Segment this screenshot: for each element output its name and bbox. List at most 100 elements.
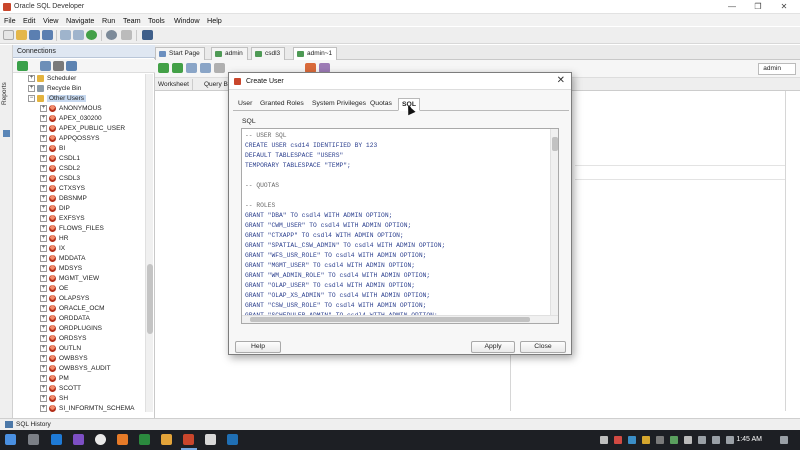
tree-item[interactable]: + MDDATA [40, 254, 85, 264]
tree-item[interactable]: + CSDL2 [40, 164, 80, 174]
keyboard-icon[interactable] [726, 436, 734, 444]
sql-preview[interactable]: -- USER SQL CREATE USER csd14 IDENTIFIED … [241, 128, 559, 324]
dropdown-icon[interactable] [121, 30, 132, 40]
menu-window[interactable]: Window [174, 16, 200, 25]
menu-navigate[interactable]: Navigate [66, 16, 94, 25]
tree-item[interactable]: + APPQOSSYS [40, 134, 99, 144]
rollback-icon[interactable] [200, 63, 211, 73]
tree-item[interactable]: + OWBSYS [40, 354, 88, 364]
close-button[interactable]: Close [520, 341, 566, 353]
tree-item[interactable]: − Other Users [28, 94, 87, 104]
expand-icon[interactable]: + [40, 374, 47, 382]
tree-item[interactable]: + OWBSYS_AUDIT [40, 364, 111, 374]
expand-icon[interactable]: + [40, 254, 47, 262]
tray-icon[interactable] [656, 436, 664, 444]
minimize-icon[interactable]: — [720, 0, 744, 13]
expand-icon[interactable]: + [40, 214, 47, 222]
undo-icon[interactable] [60, 30, 71, 40]
tree-item[interactable]: + Scheduler [28, 74, 76, 84]
apply-button[interactable]: Apply [471, 341, 515, 353]
save-all-icon[interactable] [42, 30, 53, 40]
expand-icon[interactable]: + [40, 184, 47, 192]
help-button[interactable]: Help [235, 341, 281, 353]
expand-icon[interactable]: + [40, 344, 47, 352]
collapse-icon[interactable]: − [28, 94, 35, 102]
expand-icon[interactable]: + [40, 354, 47, 362]
tree-item[interactable]: + OUTLN [40, 344, 81, 354]
run-icon[interactable] [86, 30, 97, 40]
tree-item[interactable]: + APEX_PUBLIC_USER [40, 124, 125, 134]
expand-icon[interactable]: + [40, 124, 47, 132]
tree-item[interactable]: + BI [40, 144, 65, 154]
tree-item[interactable]: + FLOWS_FILES [40, 224, 104, 234]
tray-icon[interactable] [628, 436, 636, 444]
tree-item[interactable]: + HR [40, 234, 68, 244]
document-tab[interactable]: admin [211, 47, 248, 60]
expand-icon[interactable]: + [40, 284, 47, 292]
expand-icon[interactable]: + [40, 324, 47, 332]
maximize-icon[interactable]: ❐ [746, 0, 770, 13]
expand-icon[interactable]: + [40, 154, 47, 162]
menu-edit[interactable]: Edit [23, 16, 35, 25]
network-icon[interactable] [698, 436, 706, 444]
tab-granted-roles[interactable]: Granted Roles [257, 98, 307, 111]
tree-item[interactable]: + OLAPSYS [40, 294, 89, 304]
visual-studio-icon[interactable] [73, 434, 84, 445]
expand-icon[interactable]: + [40, 114, 47, 122]
tree-item[interactable]: + SCOTT [40, 384, 81, 394]
expand-icon[interactable]: + [40, 274, 47, 282]
document-tab[interactable]: csdl3 [251, 47, 286, 60]
dialog-close-icon[interactable]: ✕ [557, 75, 565, 86]
tab-worksheet[interactable]: Worksheet [155, 79, 193, 91]
tree-item[interactable]: + OE [40, 284, 68, 294]
taskbar-clock[interactable]: 1:45 AM [736, 436, 762, 443]
edge-icon[interactable] [51, 434, 62, 445]
tree-item[interactable]: + MDSYS [40, 264, 82, 274]
tree-item[interactable]: + SH [40, 394, 68, 404]
tree-item[interactable]: + ORDDATA [40, 314, 90, 324]
expand-icon[interactable]: + [40, 234, 47, 242]
task-view-icon[interactable] [28, 434, 39, 445]
tree-item[interactable]: + APEX_030200 [40, 114, 102, 124]
expand-icon[interactable]: + [40, 264, 47, 272]
menu-run[interactable]: Run [102, 16, 115, 25]
menu-view[interactable]: View [43, 16, 58, 25]
sql-horizontal-scrollbar[interactable] [242, 315, 558, 323]
expand-icon[interactable]: + [40, 394, 47, 402]
tree-item[interactable]: + ORDSYS [40, 334, 86, 344]
menu-file[interactable]: File [4, 16, 16, 25]
add-connection-icon[interactable] [17, 61, 28, 71]
close-icon[interactable]: ✕ [772, 0, 796, 13]
expand-icon[interactable]: + [40, 364, 47, 372]
debug-icon[interactable] [106, 30, 117, 40]
run-statement-icon[interactable] [158, 63, 169, 73]
binoculars-icon[interactable] [142, 30, 153, 40]
run-script-icon[interactable] [172, 63, 183, 73]
tab-system-privileges[interactable]: System Privileges [309, 98, 369, 111]
sql-history-tab[interactable]: SQL History [16, 421, 51, 428]
tree-item[interactable]: + ANONYMOUS [40, 104, 102, 114]
expand-icon[interactable]: + [40, 334, 47, 342]
expand-icon[interactable]: + [40, 204, 47, 212]
tray-icon[interactable] [614, 436, 622, 444]
document-tab[interactable]: admin~1 [293, 47, 338, 60]
menu-help[interactable]: Help [207, 16, 222, 25]
sql-history-icon[interactable] [5, 421, 13, 428]
expand-icon[interactable]: + [40, 384, 47, 392]
tree-item[interactable]: + PM [40, 374, 69, 384]
redo-icon[interactable] [73, 30, 84, 40]
refresh-icon[interactable] [40, 61, 51, 71]
tray-icon[interactable] [670, 436, 678, 444]
expand-icon[interactable]: + [40, 164, 47, 172]
expand-icon[interactable]: + [28, 84, 35, 92]
tree-item[interactable]: + SI_INFORMTN_SCHEMA [40, 404, 134, 412]
tree-item[interactable]: + DBSNMP [40, 194, 87, 204]
tree-item[interactable]: + CTXSYS [40, 184, 85, 194]
app-icon[interactable] [205, 434, 216, 445]
open-icon[interactable] [16, 30, 27, 40]
volume-icon[interactable] [712, 436, 720, 444]
tree-item[interactable]: + EXFSYS [40, 214, 85, 224]
menu-tools[interactable]: Tools [148, 16, 165, 25]
notifications-icon[interactable] [780, 436, 788, 444]
tray-icon[interactable] [684, 436, 692, 444]
